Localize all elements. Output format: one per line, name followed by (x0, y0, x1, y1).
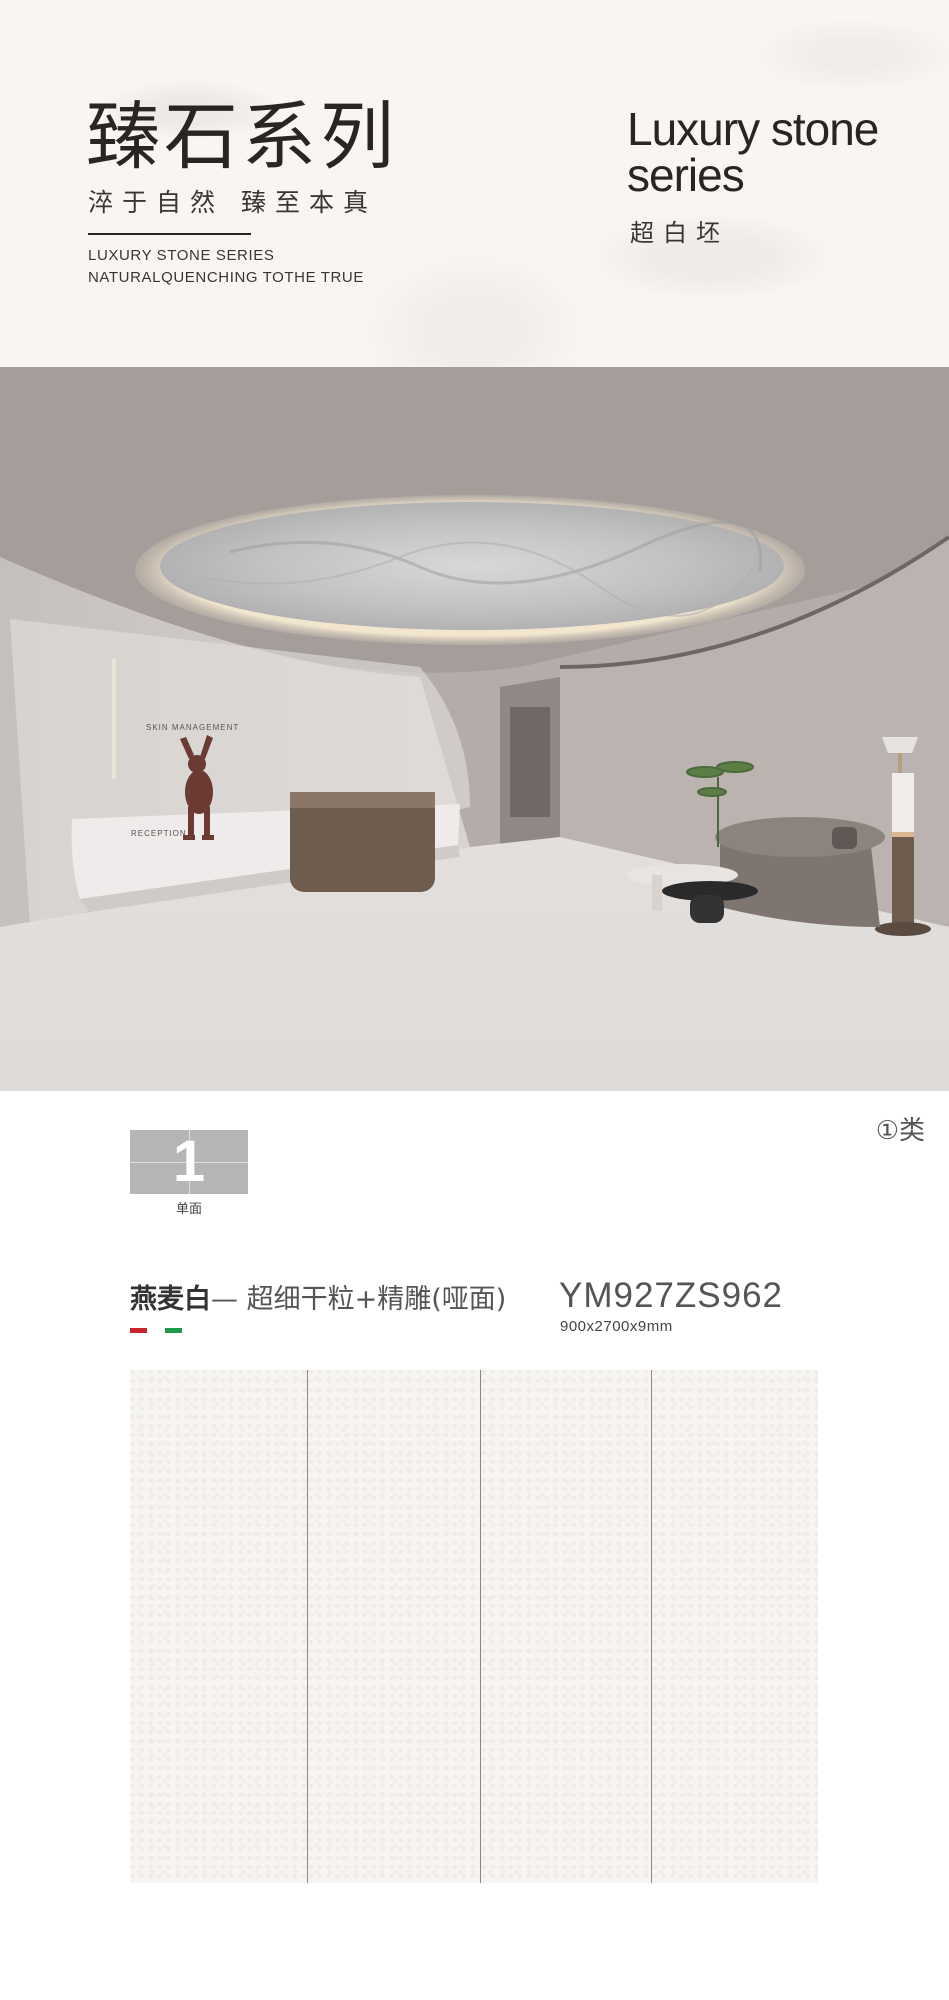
face-label: 单面 (175, 1202, 202, 1217)
series-subtitle-en-2: NATURALQUENCHING TOTHE TRUE (88, 269, 364, 286)
interior-scene-image: SKIN MANAGEMENT RECEPTION (0, 367, 949, 1091)
flag-green (164, 1328, 182, 1333)
blank-type-label: 超白坯 (630, 219, 729, 247)
slab-panel (652, 1370, 818, 1883)
italian-flag-stripe (130, 1328, 182, 1333)
series-title-en-line2: series (627, 149, 745, 201)
series-subtitle-cn: 淬于自然 臻至本真 (88, 188, 377, 217)
class-label: ①类 (875, 1116, 925, 1146)
reception-text: RECEPTION (131, 829, 187, 838)
shelf (510, 707, 550, 817)
sign-text: SKIN MANAGEMENT (146, 723, 240, 732)
header-banner: 臻石系列 淬于自然 臻至本真 LUXURY STONE SERIES NATUR… (0, 0, 949, 367)
product-name: 燕麦白— 超细干粒+精雕(哑面) (130, 1277, 506, 1316)
flag-red (130, 1328, 148, 1333)
slab-panel (130, 1370, 307, 1883)
product-name-strong: 燕麦白 (130, 1284, 211, 1315)
marble-ceiling-disc (160, 502, 784, 630)
series-title-en: Luxury stone series (627, 103, 879, 201)
series-subtitle-en-1: LUXURY STONE SERIES (88, 247, 275, 264)
series-title-cn: 臻石系列 (86, 94, 398, 180)
slab-panel (481, 1370, 651, 1883)
sofa (715, 817, 885, 927)
face-number: 1 (172, 1129, 206, 1194)
product-size: 900x2700x9mm (560, 1318, 673, 1335)
title-divider (88, 233, 251, 235)
slab-panel (308, 1370, 480, 1883)
product-name-rest: — 超细干粒+精雕(哑面) (211, 1284, 507, 1315)
product-code: YM927ZS962 (559, 1276, 784, 1315)
slab-preview (130, 1370, 818, 1883)
interior-scene-svg (0, 367, 949, 1091)
series-title-en-line1: Luxury stone (627, 103, 879, 155)
flag-white (147, 1328, 165, 1333)
